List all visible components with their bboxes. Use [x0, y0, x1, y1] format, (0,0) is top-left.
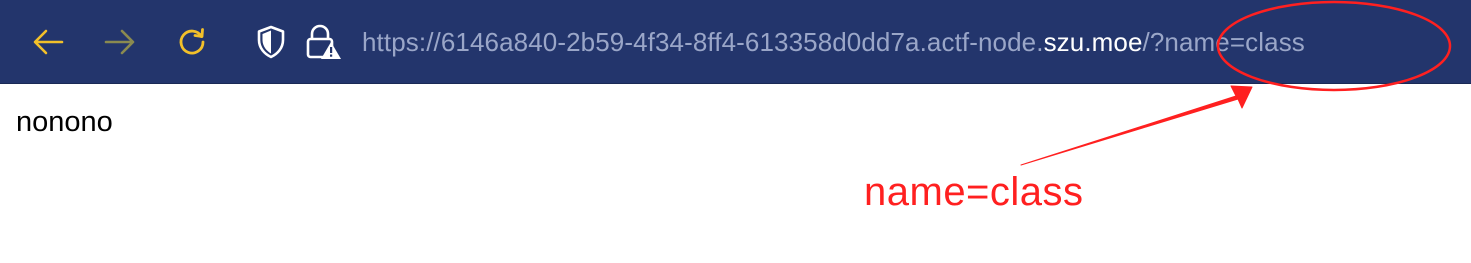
back-button[interactable] [28, 22, 68, 62]
browser-toolbar: https://6146a840-2b59-4f34-8ff4-613358d0… [0, 0, 1471, 84]
tracking-protection-button[interactable] [251, 22, 291, 62]
url-suffix: /?name=class [1142, 26, 1305, 57]
url-domain: szu.moe [1043, 26, 1143, 57]
arrow-right-icon [104, 29, 135, 55]
shield-icon [257, 25, 285, 59]
page-body-text: nonono [16, 106, 113, 138]
forward-button[interactable] [100, 22, 140, 62]
url-prefix: https://6146a840-2b59-4f34-8ff4-613358d0… [362, 26, 1044, 57]
reload-icon [179, 28, 205, 55]
reload-button[interactable] [172, 22, 212, 62]
site-info-button[interactable] [303, 22, 343, 62]
url-bar[interactable]: https://6146a840-2b59-4f34-8ff4-613358d0… [362, 20, 1462, 64]
annotation-arrow [1020, 85, 1253, 166]
arrow-left-icon [33, 29, 64, 55]
lock-warning-icon [306, 24, 341, 59]
annotation-label: name=class [864, 170, 1084, 214]
